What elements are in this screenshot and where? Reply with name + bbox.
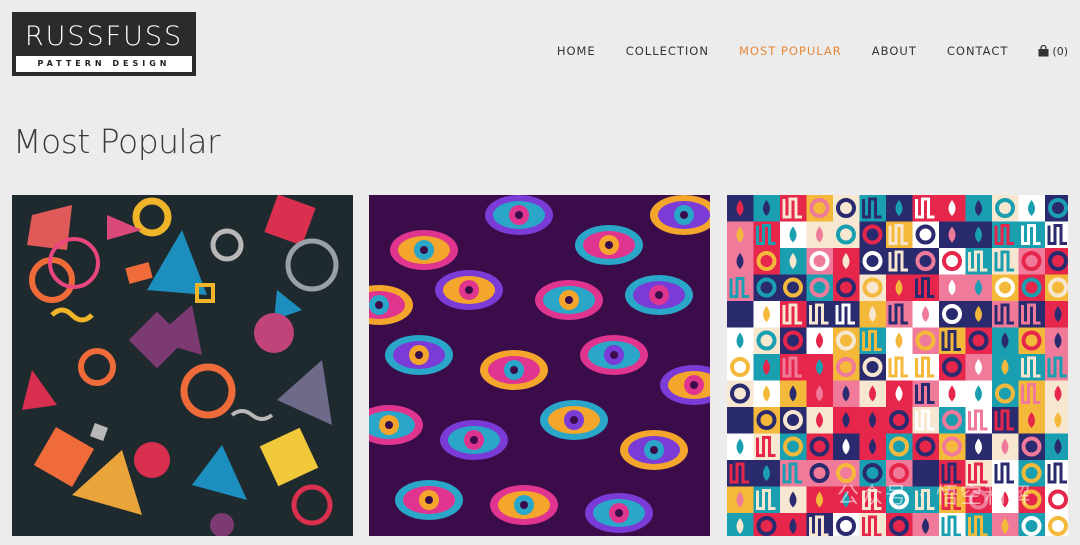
cart-count: (0): [1052, 44, 1068, 58]
product-tile-geometric[interactable]: [12, 195, 353, 536]
brand-logo[interactable]: RUSSFUSS PATTERN DESIGN: [12, 12, 196, 76]
main-nav: HOME COLLECTION MOST POPULAR ABOUT CONTA…: [527, 44, 1068, 58]
nav-most-popular[interactable]: MOST POPULAR: [739, 44, 842, 58]
shopping-bag-icon: [1038, 45, 1049, 57]
cart-link[interactable]: (0): [1038, 45, 1068, 58]
page-title: Most Popular: [13, 122, 221, 161]
product-image-eyes: [369, 195, 710, 536]
product-image-geometric: [12, 195, 353, 536]
brand-title: RUSSFUSS: [24, 21, 184, 52]
nav-contact[interactable]: CONTACT: [947, 44, 1009, 58]
product-tile-eyes[interactable]: [369, 195, 710, 536]
watermark: 公众号 · 悟空和解: [837, 484, 1032, 509]
brand-subtitle: PATTERN DESIGN: [16, 56, 192, 72]
product-tile-mosaic[interactable]: 公众号 · 悟空和解: [727, 195, 1068, 536]
nav-collection[interactable]: COLLECTION: [626, 44, 709, 58]
nav-home[interactable]: HOME: [557, 44, 596, 58]
nav-about[interactable]: ABOUT: [872, 44, 917, 58]
